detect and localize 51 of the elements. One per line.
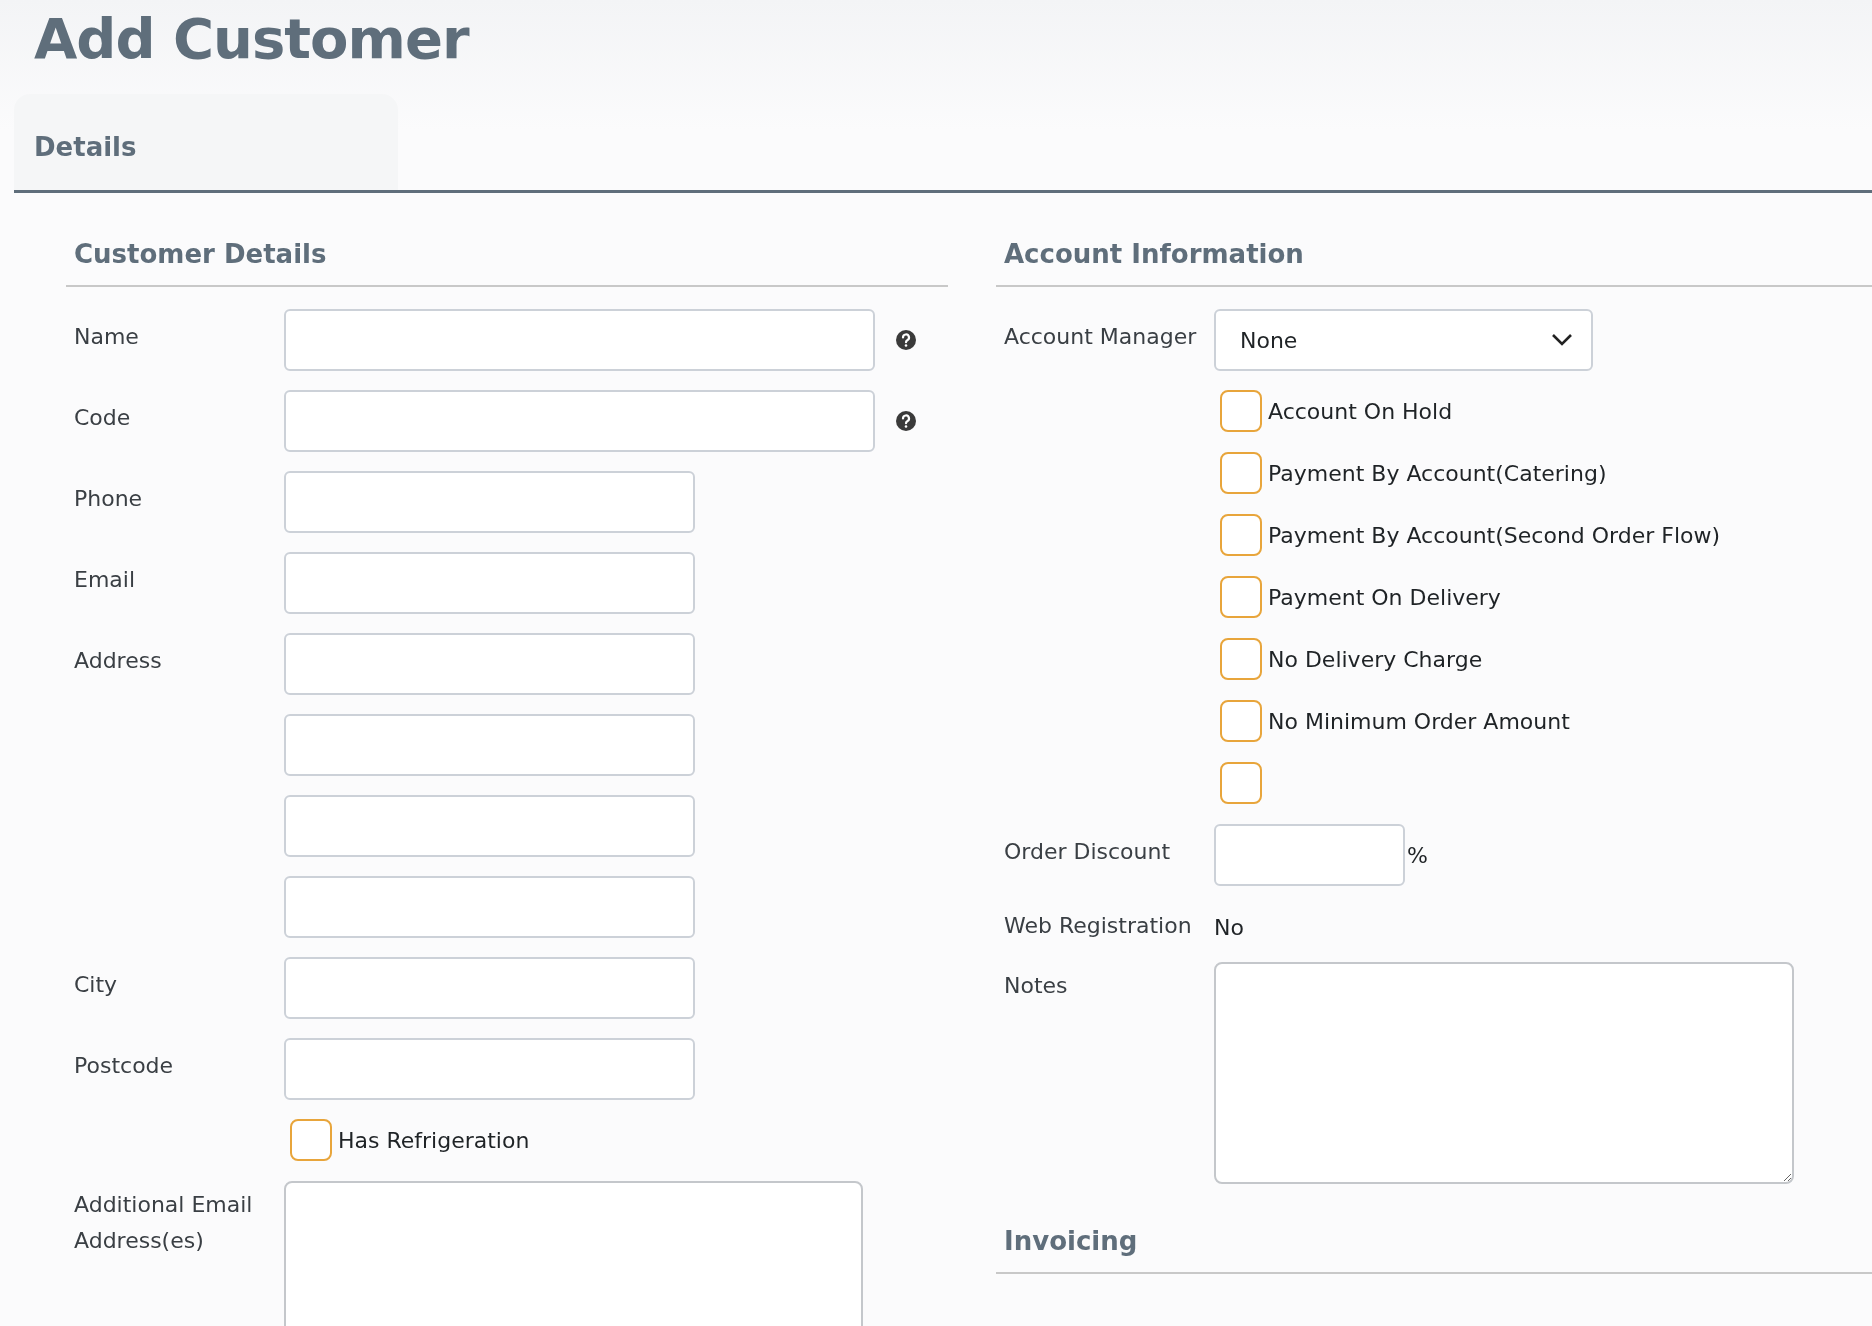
- field-label: Additional Email Address(es): [74, 1191, 254, 1255]
- text-input[interactable]: [284, 1038, 695, 1100]
- field-label: Name: [74, 323, 140, 351]
- field-label: Web Registration: [1004, 912, 1193, 940]
- checkbox-label: No Minimum Order Amount: [1268, 708, 1570, 734]
- text-input[interactable]: [284, 471, 695, 533]
- field-label: Email: [74, 566, 137, 594]
- field-label: Account Manager: [1004, 323, 1198, 351]
- field-label: Postcode: [74, 1052, 175, 1080]
- text-input[interactable]: [284, 957, 695, 1019]
- checkbox[interactable]: [290, 1119, 332, 1161]
- checkbox[interactable]: [1220, 390, 1262, 432]
- field-label: Phone: [74, 485, 144, 513]
- field-label: Notes: [1004, 972, 1069, 1000]
- checkbox[interactable]: [1220, 700, 1262, 742]
- page-title: Add Customer: [33, 5, 471, 73]
- chevron-down-icon: [1551, 333, 1573, 347]
- checkbox[interactable]: [1220, 576, 1262, 618]
- checkbox-label: Account On Hold: [1268, 398, 1453, 424]
- checkbox[interactable]: [1220, 762, 1262, 804]
- checkbox-label: No Delivery Charge: [1268, 646, 1483, 672]
- checkbox[interactable]: [1220, 638, 1262, 680]
- field-value: No: [1214, 914, 1245, 942]
- help-icon[interactable]: [895, 410, 917, 432]
- checkbox[interactable]: [1220, 514, 1262, 556]
- percent-sign: %: [1407, 842, 1428, 868]
- section-heading: Invoicing: [996, 1206, 1872, 1274]
- tab[interactable]: Details: [14, 94, 398, 190]
- checkbox-label: Has Refrigeration: [338, 1127, 530, 1153]
- field-label: City: [74, 971, 119, 999]
- field-label: Address: [74, 647, 163, 675]
- dropdown[interactable]: None: [1214, 309, 1593, 371]
- text-input[interactable]: [284, 876, 695, 938]
- checkbox-label: Payment On Delivery: [1268, 584, 1501, 610]
- section-heading: Account Information: [996, 219, 1872, 287]
- text-input[interactable]: [284, 714, 695, 776]
- checkbox-label: Payment By Account(Catering): [1268, 460, 1607, 486]
- text-input[interactable]: [284, 633, 695, 695]
- text-input[interactable]: [1214, 824, 1405, 886]
- text-input[interactable]: [284, 795, 695, 857]
- text-input[interactable]: [284, 552, 695, 614]
- checkbox-label: Payment By Account(Second Order Flow): [1268, 522, 1721, 548]
- text-input[interactable]: [284, 390, 875, 452]
- help-icon[interactable]: [895, 329, 917, 351]
- text-input[interactable]: [284, 309, 875, 371]
- checkbox[interactable]: [1220, 452, 1262, 494]
- section-heading: Customer Details: [66, 219, 948, 287]
- textarea[interactable]: [284, 1181, 863, 1326]
- field-label: Code: [74, 404, 132, 432]
- field-label: Order Discount: [1004, 838, 1172, 866]
- textarea[interactable]: [1214, 962, 1794, 1184]
